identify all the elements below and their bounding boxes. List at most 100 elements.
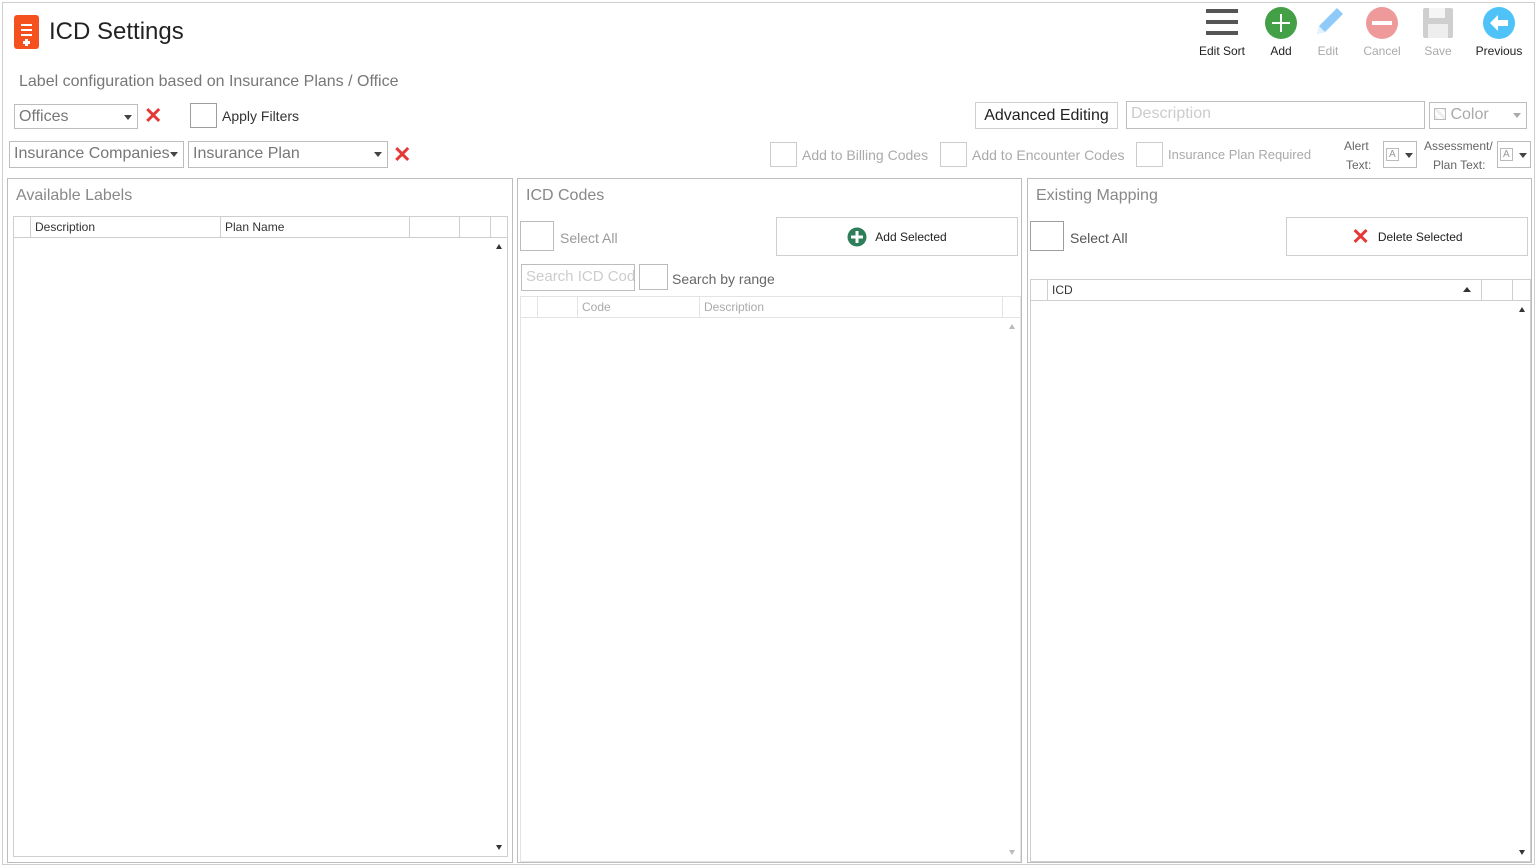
search-by-range-label: Search by range <box>672 271 775 287</box>
close-icon: ✕ <box>1351 223 1370 249</box>
delete-selected-button[interactable]: ✕ Delete Selected <box>1286 217 1528 256</box>
color-label: Color <box>1450 106 1489 123</box>
description-input[interactable]: Description <box>1126 101 1425 129</box>
color-swatch-icon <box>1434 108 1446 120</box>
mapping-select-all-checkbox[interactable] <box>1030 221 1064 251</box>
floppy-disk-icon <box>1421 6 1455 40</box>
icd-select-all-label: Select All <box>560 230 618 246</box>
add-selected-label: Add Selected <box>875 229 947 244</box>
plus-circle-icon <box>847 227 867 246</box>
add-billing-label: Add to Billing Codes <box>802 147 929 163</box>
column-blank[interactable] <box>1482 280 1513 300</box>
previous-label: Previous <box>1475 44 1523 58</box>
row-selector-header <box>521 297 538 317</box>
insurance-plan-dropdown[interactable]: Insurance Plan <box>188 141 388 168</box>
text-format-icon: A <box>1386 148 1399 161</box>
scroll-up-icon[interactable] <box>496 244 502 249</box>
alert-text-label-2: Text: <box>1346 158 1372 172</box>
chevron-down-icon <box>1405 153 1413 158</box>
page-subtitle: Label configuration based on Insurance P… <box>19 73 399 90</box>
advanced-editing-button[interactable]: Advanced Editing <box>975 102 1118 129</box>
column-description[interactable]: Description <box>31 217 221 237</box>
icd-select-all-checkbox[interactable] <box>520 221 554 251</box>
existing-mapping-title: Existing Mapping <box>1036 187 1158 204</box>
grid-header: ICD <box>1031 280 1530 301</box>
offices-value: Offices <box>19 108 69 125</box>
row-selector-header <box>1031 280 1048 300</box>
column-icd[interactable]: ICD <box>1048 280 1482 300</box>
add-billing-checkbox[interactable] <box>770 142 797 167</box>
scroll-down-icon[interactable] <box>1519 850 1525 855</box>
existing-mapping-panel: Existing Mapping Select All ✕ Delete Sel… <box>1027 178 1532 863</box>
scroll-down-icon[interactable] <box>1009 850 1015 855</box>
page-title: ICD Settings <box>49 18 184 45</box>
add-selected-button[interactable]: Add Selected <box>776 217 1018 256</box>
available-labels-panel: Available Labels Description Plan Name <box>7 178 513 863</box>
plan-required-label: Insurance Plan Required <box>1168 147 1312 162</box>
chevron-down-icon <box>374 152 382 157</box>
color-dropdown[interactable]: Color <box>1429 102 1527 129</box>
previous-button[interactable]: Previous <box>1471 6 1527 58</box>
column-blank-2[interactable] <box>460 217 491 237</box>
hamburger-icon <box>1205 6 1239 40</box>
insurance-plan-value: Insurance Plan <box>193 145 300 162</box>
apply-filters-checkbox[interactable] <box>190 103 217 128</box>
clear-insurance-icon[interactable]: ✕ <box>393 144 411 166</box>
edit-sort-label: Edit Sort <box>1198 44 1246 58</box>
pencil-icon <box>1311 6 1345 40</box>
icd-codes-panel: ICD Codes Select All Add Selected Search… <box>517 178 1022 863</box>
icd-codes-title: ICD Codes <box>526 187 605 204</box>
chevron-down-icon <box>1519 153 1527 158</box>
add-encounter-label: Add to Encounter Codes <box>972 147 1125 163</box>
text-format-icon: A <box>1500 148 1513 161</box>
edit-sort-button[interactable]: Edit Sort <box>1194 6 1250 58</box>
apply-filters-label: Apply Filters <box>222 108 300 124</box>
add-encounter-checkbox[interactable] <box>940 142 967 167</box>
plan-required-checkbox[interactable] <box>1136 142 1163 167</box>
column-plan-name[interactable]: Plan Name <box>221 217 410 237</box>
column-check[interactable] <box>538 297 578 317</box>
assessment-text-button[interactable]: A <box>1497 141 1531 168</box>
delete-selected-label: Delete Selected <box>1377 229 1463 244</box>
chevron-down-icon <box>124 115 132 120</box>
column-description[interactable]: Description <box>700 297 1003 317</box>
add-label: Add <box>1270 44 1292 58</box>
chevron-down-icon <box>1513 113 1521 118</box>
app-logo-icon <box>14 15 39 49</box>
cancel-label: Cancel <box>1363 44 1401 58</box>
scroll-up-icon[interactable] <box>1009 324 1015 329</box>
plus-circle-icon <box>1264 6 1298 40</box>
icd-codes-grid[interactable]: Code Description <box>520 296 1021 862</box>
insurance-companies-dropdown[interactable]: Insurance Companies <box>9 141 184 168</box>
column-code[interactable]: Code <box>578 297 700 317</box>
available-labels-grid[interactable]: Description Plan Name <box>13 216 508 857</box>
cancel-button[interactable]: Cancel <box>1354 6 1410 58</box>
insurance-companies-value: Insurance Companies <box>14 145 170 162</box>
minus-circle-icon <box>1365 6 1399 40</box>
existing-mapping-grid[interactable]: ICD <box>1030 279 1531 862</box>
sort-ascending-icon <box>1463 287 1471 292</box>
edit-button[interactable]: Edit <box>1300 6 1356 58</box>
edit-label: Edit <box>1317 44 1339 58</box>
column-icd-label: ICD <box>1052 283 1073 297</box>
save-button[interactable]: Save <box>1410 6 1466 58</box>
arrow-left-circle-icon <box>1482 6 1516 40</box>
icd-search-input[interactable]: Search ICD Codes <box>521 264 635 291</box>
scroll-up-icon[interactable] <box>1519 307 1525 312</box>
grid-header: Code Description <box>521 297 1020 318</box>
alert-text-label-1: Alert <box>1344 139 1369 153</box>
column-blank-1[interactable] <box>410 217 460 237</box>
chevron-down-icon <box>170 152 178 157</box>
save-label: Save <box>1424 44 1452 58</box>
assessment-text-label-1: Assessment/ <box>1424 139 1493 153</box>
search-by-range-checkbox[interactable] <box>639 264 668 290</box>
row-selector-header <box>14 217 31 237</box>
alert-text-button[interactable]: A <box>1383 141 1417 168</box>
available-labels-title: Available Labels <box>16 187 133 204</box>
clear-offices-icon[interactable]: ✕ <box>144 105 162 127</box>
grid-header: Description Plan Name <box>14 217 507 238</box>
offices-dropdown[interactable]: Offices <box>14 104 138 129</box>
scroll-down-icon[interactable] <box>496 845 502 850</box>
assessment-text-label-2: Plan Text: <box>1433 158 1486 172</box>
mapping-select-all-label: Select All <box>1070 230 1128 246</box>
